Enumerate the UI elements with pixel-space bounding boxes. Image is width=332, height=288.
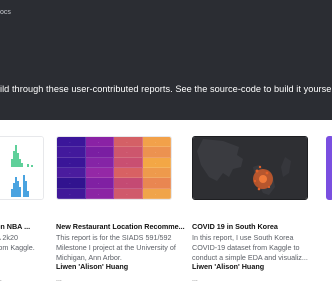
heatmap-cell: [142, 137, 171, 148]
hero-description: ild through these user-contributed repor…: [0, 84, 332, 94]
report-card-covid[interactable]: COVID 19 in South Korea In this report, …: [192, 136, 310, 288]
map-marker-center: [259, 175, 267, 183]
report-card-nba[interactable]: on NBA ... A 2k20 rom Kaggle. ...: [0, 136, 44, 288]
heatmap-cell: [57, 147, 86, 158]
card-ellipsis: ...: [56, 276, 62, 283]
heatmap-cell: [85, 147, 114, 158]
map-marker: [253, 179, 257, 183]
heatmap-cell: [57, 178, 86, 189]
card-thumbnail[interactable]: [0, 136, 44, 200]
heatmap-cell: [142, 178, 171, 189]
hero-banner: ocs ild through these user-contributed r…: [0, 0, 332, 120]
card-description-line: This report is for the SIADS 591/592: [56, 233, 172, 242]
card-thumbnail[interactable]: [192, 136, 308, 200]
card-description-line: rom Kaggle.: [0, 243, 35, 253]
card-author[interactable]: Liwen 'Alison' Huang: [56, 262, 128, 271]
heatmap-cell: [85, 188, 114, 199]
heatmap-cell: [85, 178, 114, 189]
card-ellipsis: ...: [192, 276, 198, 283]
card-thumbnail[interactable]: [56, 136, 172, 200]
card-title[interactable]: New Restaurant Location Recomme...: [56, 222, 185, 231]
heatmap-cell: [57, 157, 86, 168]
card-ellipsis: ...: [0, 276, 2, 283]
card-title[interactable]: COVID 19 in South Korea: [192, 222, 278, 231]
card-author[interactable]: Liwen 'Alison' Huang: [192, 262, 264, 271]
heatmap-cell: [57, 188, 86, 199]
heatmap-cell: [114, 167, 143, 179]
heatmap-cell: [57, 137, 86, 148]
heatmap-cell: [85, 167, 114, 179]
report-card-restaurant[interactable]: New Restaurant Location Recomme... This …: [56, 136, 185, 288]
heatmap-cell: [114, 188, 143, 199]
report-card-partial[interactable]: [326, 136, 332, 288]
heatmap-cell: [142, 188, 171, 199]
card-description: A 2k20 rom Kaggle.: [0, 233, 35, 253]
heatmap-cell: [114, 157, 143, 168]
heatmap-cell: [114, 147, 143, 158]
card-description-line: Milestone I project at the University of: [56, 243, 176, 253]
card-description-line: COVID-19 dataset from Kaggle to: [192, 243, 300, 253]
map-marker: [258, 165, 262, 169]
card-description-line: A 2k20: [0, 233, 18, 242]
heatmap-cell: [142, 157, 171, 168]
heatmap-cell: [57, 167, 86, 179]
heatmap-cell: [142, 167, 171, 179]
heatmap-cell: [114, 137, 143, 148]
nav-docs-link[interactable]: ocs: [0, 9, 11, 16]
card-title[interactable]: on NBA ...: [0, 222, 30, 231]
card-description-line: In this report, I use South Korea: [192, 233, 294, 242]
map-marker: [257, 187, 261, 191]
map-marker: [255, 169, 259, 173]
map-marker: [267, 185, 271, 189]
heatmap-cell: [142, 147, 171, 158]
heatmap-cell: [85, 157, 114, 168]
heatmap-thumbnail: [57, 137, 171, 199]
histogram-thumbnail: [0, 137, 43, 199]
card-description: This report is for the SIADS 591/592 Mil…: [56, 233, 176, 264]
heatmap-cell: [85, 137, 114, 148]
map-thumbnail: [193, 137, 307, 199]
map-marker: [265, 171, 269, 175]
heatmap-cell: [114, 178, 143, 189]
card-thumbnail[interactable]: [326, 136, 332, 200]
card-description: In this report, I use South Korea COVID-…: [192, 233, 308, 264]
